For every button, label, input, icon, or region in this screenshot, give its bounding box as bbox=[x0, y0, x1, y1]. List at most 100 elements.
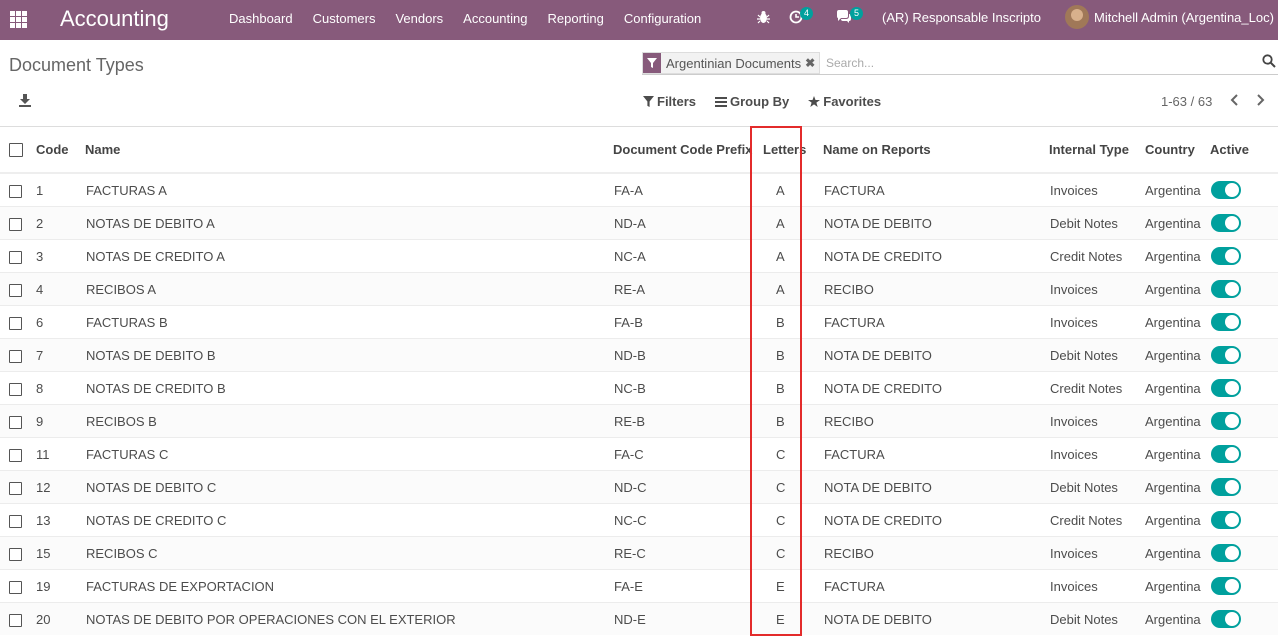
table-row[interactable]: 19 FACTURAS DE EXPORTACION FA-E E FACTURA Inv… bbox=[0, 569, 1278, 603]
filters-button[interactable]: Filters bbox=[643, 94, 696, 109]
favorites-button[interactable]: Favorites bbox=[808, 94, 881, 109]
remove-facet-icon[interactable]: ✖ bbox=[805, 56, 819, 70]
row-select-cell[interactable] bbox=[0, 338, 32, 372]
row-select-cell[interactable] bbox=[0, 536, 32, 570]
chevron-right-icon[interactable] bbox=[1256, 94, 1266, 106]
row-select-cell[interactable] bbox=[0, 172, 32, 207]
search-icon[interactable] bbox=[1262, 54, 1276, 68]
table-row[interactable]: 11 FACTURAS C FA-C C FACTURA Invoices Argentin… bbox=[0, 437, 1278, 471]
active-toggle[interactable] bbox=[1211, 544, 1241, 562]
row-checkbox[interactable] bbox=[9, 448, 22, 462]
table-row[interactable]: 8 NOTAS DE CREDITO B NC-B B NOTA DE CREDITO C… bbox=[0, 371, 1278, 405]
company-switcher[interactable]: (AR) Responsable Inscripto bbox=[882, 10, 1041, 25]
row-active-cell bbox=[1208, 206, 1278, 240]
search-input[interactable] bbox=[824, 55, 1228, 71]
row-select-cell[interactable] bbox=[0, 503, 32, 537]
top-navbar: Accounting Dashboard Customers Vendors A… bbox=[0, 0, 1278, 40]
row-checkbox[interactable] bbox=[9, 250, 22, 264]
column-header-letters[interactable]: Letters bbox=[762, 127, 822, 174]
table-row[interactable]: 9 RECIBOS B RE-B B RECIBO Invoices Argentina bbox=[0, 404, 1278, 438]
table-row[interactable]: 13 NOTAS DE CREDITO C NC-C C NOTA DE CREDITO… bbox=[0, 503, 1278, 537]
row-select-cell[interactable] bbox=[0, 371, 32, 405]
table-row[interactable]: 1 FACTURAS A FA-A A FACTURA Invoices Argentina bbox=[0, 172, 1278, 207]
download-icon[interactable] bbox=[18, 93, 32, 107]
column-header-name[interactable]: Name bbox=[84, 127, 612, 174]
row-name: RECIBOS A bbox=[84, 272, 612, 306]
table-row[interactable]: 15 RECIBOS C RE-C C RECIBO Invoices Argentina bbox=[0, 536, 1278, 570]
menu-vendors[interactable]: Vendors bbox=[395, 11, 443, 26]
column-header-prefix[interactable]: Document Code Prefix bbox=[612, 127, 762, 174]
column-header-code[interactable]: Code bbox=[32, 127, 84, 174]
active-toggle[interactable] bbox=[1211, 181, 1241, 199]
row-select-cell[interactable] bbox=[0, 305, 32, 339]
active-toggle[interactable] bbox=[1211, 412, 1241, 430]
row-select-cell[interactable] bbox=[0, 602, 32, 635]
row-select-cell[interactable] bbox=[0, 239, 32, 273]
row-checkbox[interactable] bbox=[9, 514, 22, 528]
row-letter: B bbox=[762, 338, 822, 372]
active-toggle[interactable] bbox=[1211, 247, 1241, 265]
table-row[interactable]: 3 NOTAS DE CREDITO A NC-A A NOTA DE CREDITO C… bbox=[0, 239, 1278, 273]
active-toggle[interactable] bbox=[1211, 379, 1241, 397]
row-checkbox[interactable] bbox=[9, 613, 22, 627]
row-prefix: FA-C bbox=[612, 437, 762, 471]
row-select-cell[interactable] bbox=[0, 206, 32, 240]
menu-reporting[interactable]: Reporting bbox=[548, 11, 604, 26]
pager-value[interactable]: 1-63 / 63 bbox=[1161, 94, 1212, 109]
active-toggle[interactable] bbox=[1211, 346, 1241, 364]
active-toggle[interactable] bbox=[1211, 511, 1241, 529]
bug-icon[interactable] bbox=[757, 10, 770, 24]
row-select-cell[interactable] bbox=[0, 569, 32, 603]
chevron-left-icon[interactable] bbox=[1229, 94, 1239, 106]
active-toggle[interactable] bbox=[1211, 280, 1241, 298]
table-row[interactable]: 2 NOTAS DE DEBITO A ND-A A NOTA DE DEBITO Deb… bbox=[0, 206, 1278, 240]
table-row[interactable]: 6 FACTURAS B FA-B B FACTURA Invoices Argentina bbox=[0, 305, 1278, 339]
active-toggle[interactable] bbox=[1211, 577, 1241, 595]
row-active-cell bbox=[1208, 239, 1278, 273]
row-checkbox[interactable] bbox=[9, 481, 22, 495]
active-toggle[interactable] bbox=[1211, 478, 1241, 496]
table-row[interactable]: 20 NOTAS DE DEBITO POR OPERACIONES CON EL… bbox=[0, 602, 1278, 635]
group-by-button[interactable]: Group By bbox=[715, 94, 789, 109]
row-name: FACTURAS A bbox=[84, 172, 612, 207]
active-toggle[interactable] bbox=[1211, 445, 1241, 463]
row-select-cell[interactable] bbox=[0, 272, 32, 306]
menu-accounting[interactable]: Accounting bbox=[463, 11, 527, 26]
row-select-cell[interactable] bbox=[0, 404, 32, 438]
menu-dashboard[interactable]: Dashboard bbox=[229, 11, 293, 26]
active-toggle[interactable] bbox=[1211, 313, 1241, 331]
row-checkbox[interactable] bbox=[9, 580, 22, 594]
row-checkbox[interactable] bbox=[9, 415, 22, 429]
apps-menu-icon[interactable] bbox=[10, 11, 27, 28]
row-code: 2 bbox=[32, 206, 84, 240]
column-header-active[interactable]: Active bbox=[1208, 127, 1278, 174]
table-body: 1 FACTURAS A FA-A A FACTURA Invoices Argentina… bbox=[0, 172, 1278, 635]
row-checkbox[interactable] bbox=[9, 547, 22, 561]
row-select-cell[interactable] bbox=[0, 437, 32, 471]
active-toggle[interactable] bbox=[1211, 610, 1241, 628]
table-row[interactable]: 4 RECIBOS A RE-A A RECIBO Invoices Argentina bbox=[0, 272, 1278, 306]
app-title[interactable]: Accounting bbox=[60, 6, 169, 32]
active-toggle[interactable] bbox=[1211, 214, 1241, 232]
row-letter: C bbox=[762, 470, 822, 504]
row-checkbox[interactable] bbox=[9, 217, 22, 231]
column-header-country[interactable]: Country bbox=[1143, 127, 1208, 174]
table-row[interactable]: 7 NOTAS DE DEBITO B ND-B B NOTA DE DEBITO Deb… bbox=[0, 338, 1278, 372]
group-by-label: Group By bbox=[730, 94, 790, 109]
column-header-report-name[interactable]: Name on Reports bbox=[822, 127, 1048, 174]
select-all-checkbox[interactable] bbox=[9, 143, 23, 158]
row-report-name: RECIBO bbox=[822, 404, 1048, 438]
row-checkbox[interactable] bbox=[9, 316, 22, 330]
select-all-cell[interactable] bbox=[0, 127, 32, 174]
row-checkbox[interactable] bbox=[9, 283, 22, 297]
menu-customers[interactable]: Customers bbox=[313, 11, 376, 26]
row-checkbox[interactable] bbox=[9, 349, 22, 363]
row-checkbox[interactable] bbox=[9, 184, 22, 198]
column-header-internal-type[interactable]: Internal Type bbox=[1048, 127, 1143, 174]
row-select-cell[interactable] bbox=[0, 470, 32, 504]
row-checkbox[interactable] bbox=[9, 382, 22, 396]
user-avatar[interactable] bbox=[1065, 5, 1089, 29]
menu-configuration[interactable]: Configuration bbox=[624, 11, 701, 26]
table-row[interactable]: 12 NOTAS DE DEBITO C ND-C C NOTA DE DEBITO De… bbox=[0, 470, 1278, 504]
user-menu[interactable]: Mitchell Admin (Argentina_Loc) bbox=[1094, 10, 1274, 25]
